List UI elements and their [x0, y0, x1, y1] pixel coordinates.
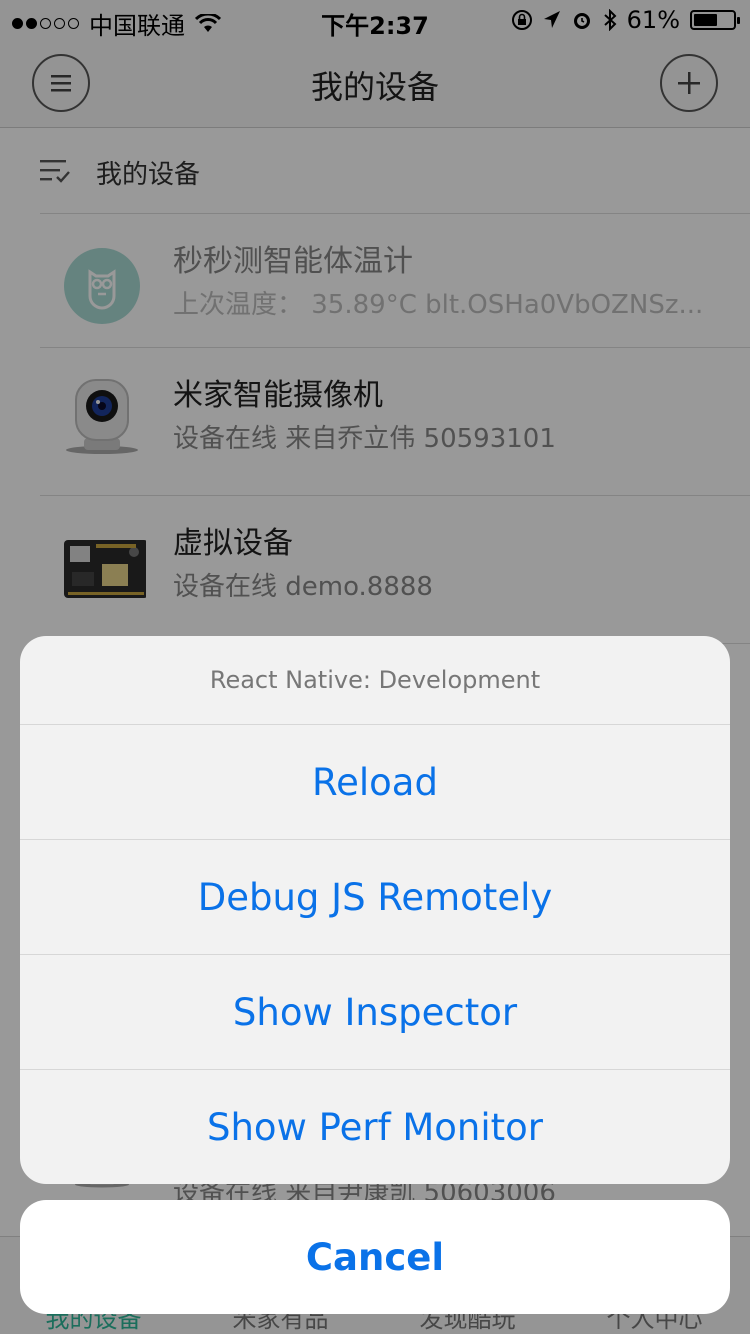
action-sheet: React Native: Development Reload Debug J… [20, 636, 730, 1184]
action-sheet-title: React Native: Development [209, 666, 541, 694]
debug-js-remotely-button[interactable]: Debug JS Remotely [20, 839, 730, 954]
reload-button[interactable]: Reload [20, 724, 730, 839]
show-inspector-button[interactable]: Show Inspector [20, 954, 730, 1069]
show-perf-monitor-button[interactable]: Show Perf Monitor [20, 1069, 730, 1184]
cancel-button[interactable]: Cancel [20, 1200, 730, 1314]
app-screen: 中国联通 下午2:37 61% 我的设备 我的设备 秒秒测智能体温计 上次温度：… [0, 0, 750, 1334]
